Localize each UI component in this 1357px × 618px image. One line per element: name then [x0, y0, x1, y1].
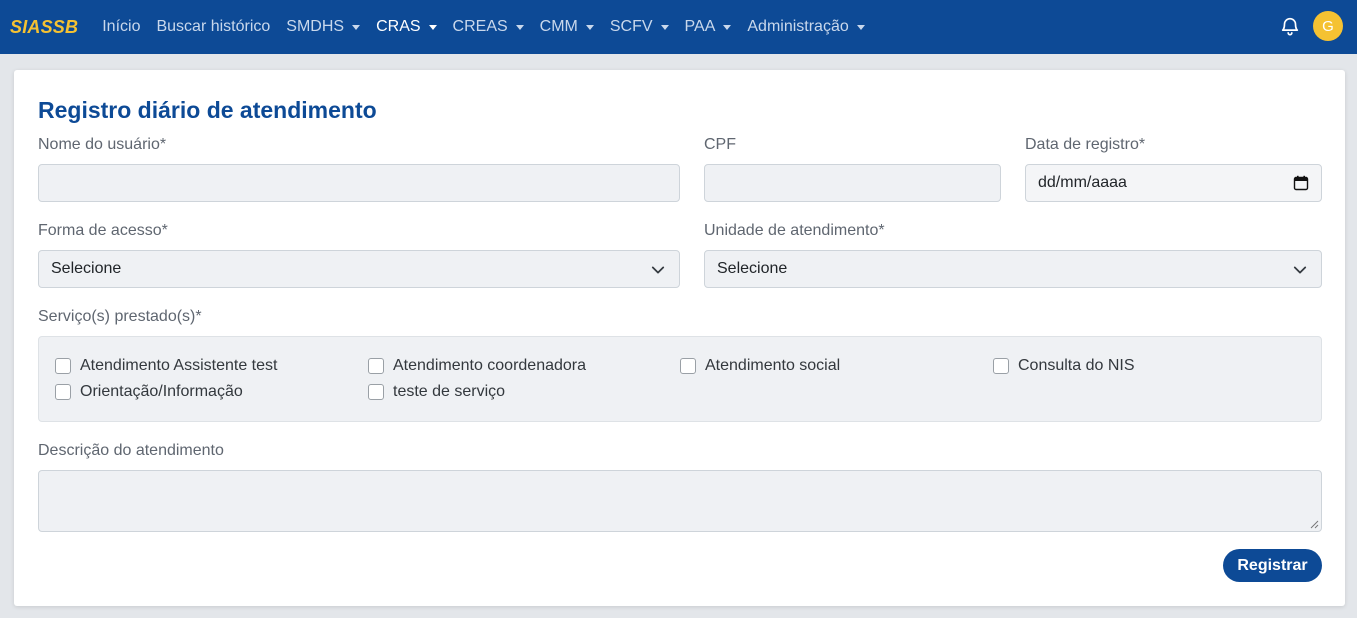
checkbox[interactable] — [368, 384, 384, 400]
servico-label: Orientação/Informação — [80, 383, 243, 400]
nav-item-smdhs[interactable]: SMDHS — [286, 18, 361, 36]
nav-item-cmm[interactable]: CMM — [540, 18, 594, 36]
top-navbar: SIASSB Início Buscar histórico SMDHS CRA… — [0, 0, 1357, 54]
caret-down-icon — [856, 25, 865, 30]
servicos-group: Atendimento Assistente test Atendimento … — [38, 336, 1322, 422]
nav-item-label: CREAS — [452, 18, 508, 35]
brand-logo[interactable]: SIASSB — [10, 17, 78, 38]
nav-item-label: SCFV — [609, 18, 653, 35]
descricao-label: Descrição do atendimento — [38, 442, 224, 459]
servico-checkbox-atendimento-coordenadora[interactable]: Atendimento coordenadora — [368, 357, 586, 375]
caret-down-icon — [660, 25, 669, 30]
cpf-input[interactable] — [704, 164, 1001, 202]
cpf-label: CPF — [704, 136, 736, 153]
data-registro-value: dd/mm/aaaa — [1038, 174, 1127, 191]
checkbox[interactable] — [368, 358, 384, 374]
nav-item-label: Início — [102, 18, 141, 35]
caret-down-icon — [515, 25, 524, 30]
forma-acesso-select[interactable]: Selecione — [38, 250, 680, 288]
nav-item-paa[interactable]: PAA — [685, 18, 732, 36]
nome-label: Nome do usuário* — [38, 136, 167, 153]
nav-item-label: CRAS — [376, 18, 421, 35]
nav-item-scfv[interactable]: SCFV — [610, 18, 669, 36]
servico-checkbox-atendimento-social[interactable]: Atendimento social — [680, 357, 840, 375]
chevron-down-icon — [1293, 266, 1307, 274]
checkbox[interactable] — [55, 358, 71, 374]
unidade-label: Unidade de atendimento* — [704, 222, 885, 239]
avatar-initial: G — [1322, 17, 1334, 35]
forma-acesso-label: Forma de acesso* — [38, 222, 168, 239]
calendar-icon[interactable] — [1293, 175, 1309, 191]
caret-down-icon — [428, 25, 437, 30]
unidade-value: Selecione — [717, 260, 788, 277]
servico-checkbox-atendimento-assistente[interactable]: Atendimento Assistente test — [55, 357, 277, 375]
servico-checkbox-teste[interactable]: teste de serviço — [368, 383, 505, 401]
nome-input[interactable] — [38, 164, 680, 202]
nav-item-label: Administração — [747, 18, 849, 35]
nav-item-label: SMDHS — [286, 18, 345, 35]
checkbox[interactable] — [993, 358, 1009, 374]
nav-item-administracao[interactable]: Administração — [747, 18, 865, 36]
chevron-down-icon — [651, 266, 665, 274]
forma-acesso-value: Selecione — [51, 260, 122, 277]
descricao-textarea[interactable] — [38, 470, 1322, 532]
nav-item-label: CMM — [539, 18, 578, 35]
page-title: Registro diário de atendimento — [38, 97, 377, 123]
resize-handle-icon[interactable] — [1310, 520, 1319, 529]
servicos-label: Serviço(s) prestado(s)* — [38, 308, 202, 325]
servico-label: Atendimento coordenadora — [393, 357, 587, 374]
navbar-right: G — [1279, 11, 1343, 41]
nav-item-label: Buscar histórico — [156, 18, 271, 35]
nav-item-buscar-historico[interactable]: Buscar histórico — [156, 18, 270, 36]
checkbox[interactable] — [680, 358, 696, 374]
servico-label: teste de serviço — [393, 383, 506, 400]
checkbox[interactable] — [55, 384, 71, 400]
caret-down-icon — [352, 25, 361, 30]
caret-down-icon — [723, 25, 732, 30]
servico-label: Atendimento Assistente test — [80, 357, 278, 374]
data-registro-input[interactable]: dd/mm/aaaa — [1025, 164, 1322, 202]
registrar-button[interactable]: Registrar — [1223, 549, 1322, 582]
avatar[interactable]: G — [1313, 11, 1343, 41]
data-registro-label: Data de registro* — [1025, 136, 1146, 153]
servico-label: Atendimento social — [705, 357, 841, 374]
unidade-select[interactable]: Selecione — [704, 250, 1322, 288]
registro-card: Registro diário de atendimento Nome do u… — [14, 70, 1345, 606]
nav-item-inicio[interactable]: Início — [102, 18, 140, 36]
bell-icon[interactable] — [1279, 15, 1301, 37]
servico-checkbox-orientacao[interactable]: Orientação/Informação — [55, 383, 243, 401]
servico-label: Consulta do NIS — [1018, 357, 1135, 374]
nav-item-label: PAA — [684, 18, 716, 35]
nav-item-creas[interactable]: CREAS — [453, 18, 524, 36]
nav-item-cras[interactable]: CRAS — [376, 18, 437, 36]
caret-down-icon — [585, 25, 594, 30]
servico-checkbox-consulta-nis[interactable]: Consulta do NIS — [993, 357, 1135, 375]
